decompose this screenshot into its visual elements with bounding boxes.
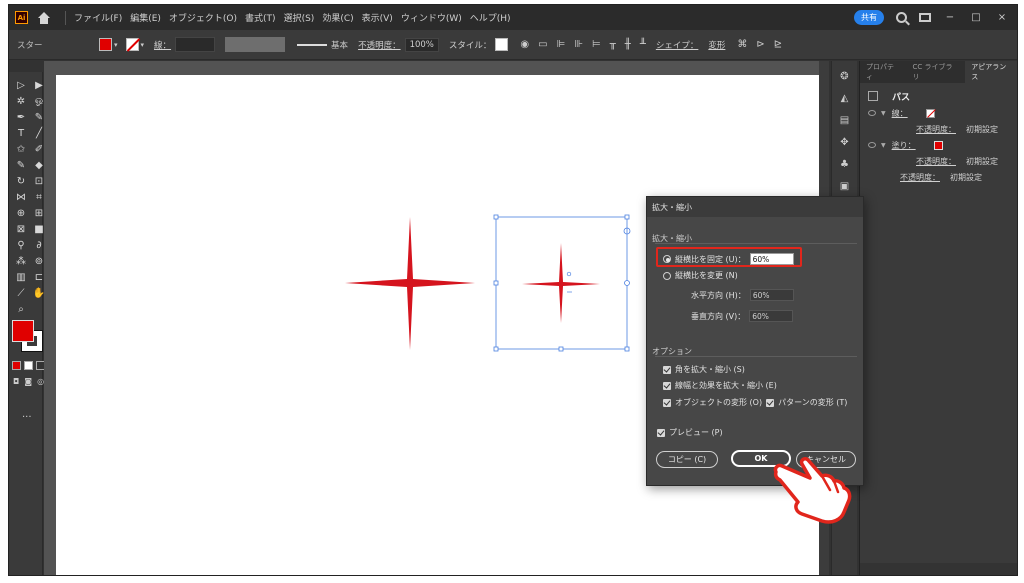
transform-options: オブジェクトの変形 (O) パターンの変形 (T) (663, 397, 847, 408)
sparkle-large (345, 217, 475, 350)
selection-handle (493, 346, 499, 352)
transform-patterns-label: パターンの変形 (T) (778, 398, 848, 407)
scale-dialog: 拡大・縮小 拡大・縮小 縦横比を固定 (U)： 60% 縦横比を変更 (N) 水… (646, 196, 864, 486)
dialog-title: 拡大・縮小 (647, 197, 863, 217)
nonuniform-label: 縦横比を変更 (N) (675, 271, 738, 280)
horizontal-scale-input[interactable]: 60% (749, 289, 794, 301)
pointing-hand-icon (773, 457, 852, 524)
horizontal-label: 水平方向 (H)： (691, 290, 746, 300)
selection-handle (624, 214, 630, 220)
star-preview[interactable] (522, 243, 600, 323)
copy-button[interactable]: コピー (C) (656, 451, 718, 468)
artwork-layer (345, 214, 631, 352)
scale-strokes-label: 線幅と効果を拡大・縮小 (E) (675, 381, 777, 390)
selection-handle (558, 346, 564, 352)
scale-strokes-option[interactable]: 線幅と効果を拡大・縮小 (E) (663, 380, 777, 391)
selection-handle (493, 214, 499, 220)
transform-objects-label: オブジェクトの変形 (O) (675, 398, 763, 407)
preview-label: プレビュー (P) (669, 428, 723, 437)
star-original[interactable] (345, 217, 475, 350)
scale-corners-label: 角を拡大・縮小 (S) (675, 365, 745, 374)
scale-strokes-checkbox[interactable] (663, 381, 671, 390)
selection-handle (624, 280, 630, 286)
preview-option[interactable]: プレビュー (P) (657, 427, 723, 438)
transform-objects-checkbox[interactable] (663, 398, 671, 407)
options-group-divider (655, 356, 857, 357)
scale-group-divider (655, 243, 857, 244)
nonuniform-option[interactable]: 縦横比を変更 (N) (663, 270, 738, 281)
sparkle-scaled (522, 243, 600, 323)
scale-corners-option[interactable]: 角を拡大・縮小 (S) (663, 364, 745, 375)
nonuniform-radio[interactable] (663, 271, 671, 280)
vertical-label: 垂直方向 (V)： (691, 311, 746, 321)
preview-checkbox[interactable] (657, 428, 665, 437)
horizontal-row: 水平方向 (H)： 60% (691, 289, 794, 301)
vertical-scale-input[interactable]: 60% (749, 310, 794, 322)
selection-handle (624, 346, 630, 352)
selection-handle (493, 280, 499, 286)
transform-patterns-checkbox[interactable] (766, 398, 775, 407)
scale-corners-checkbox[interactable] (663, 365, 671, 374)
star-widget (566, 271, 572, 277)
vertical-row: 垂直方向 (V)： 60% (691, 310, 794, 322)
uniform-highlight-frame (656, 247, 802, 267)
